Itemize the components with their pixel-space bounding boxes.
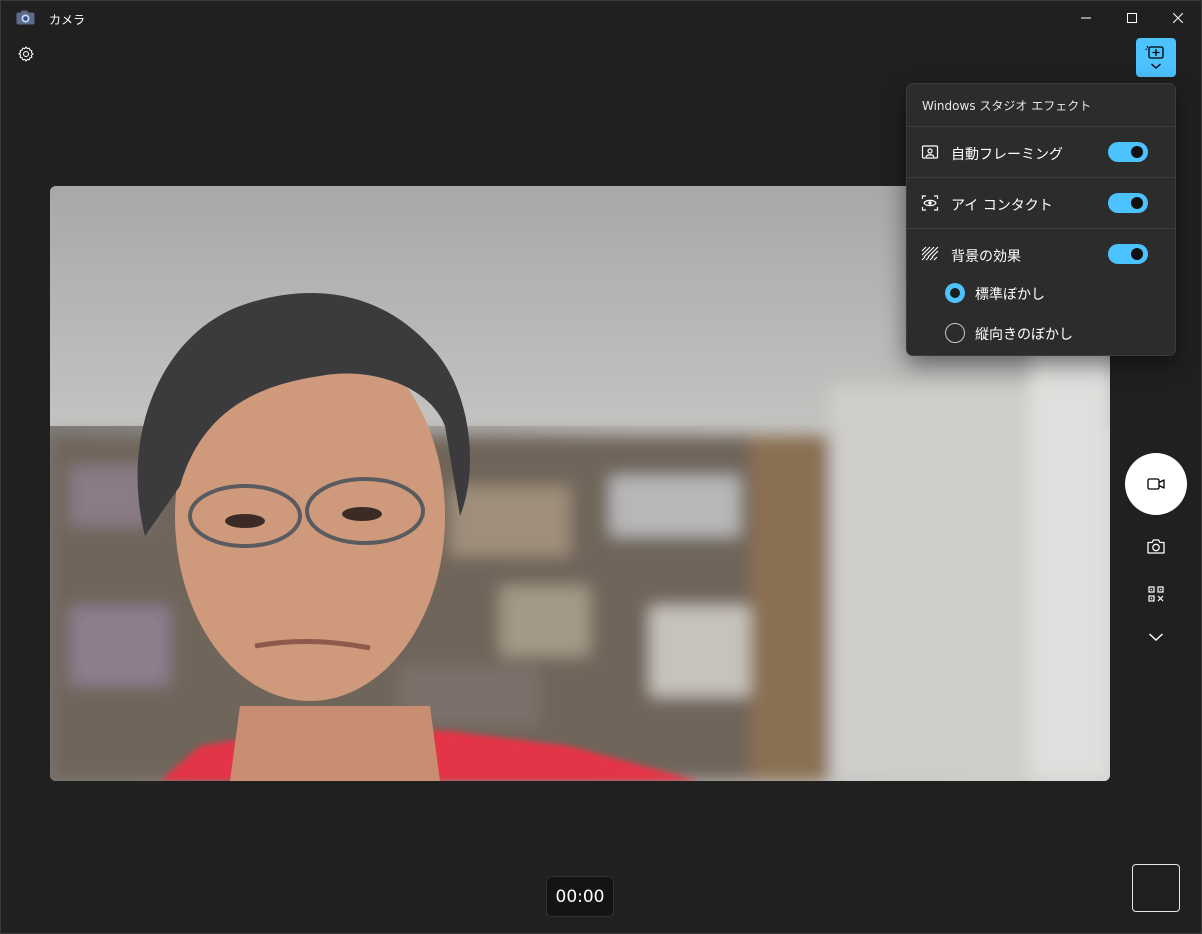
background-effect-icon [921, 245, 939, 263]
eye-contact-icon [921, 194, 939, 212]
maximize-icon [1127, 13, 1137, 23]
auto-framing-toggle[interactable] [1108, 142, 1148, 162]
effect-row-eye-contact: アイ コンタクト [907, 178, 1175, 228]
maximize-button[interactable] [1109, 1, 1155, 35]
radio-portrait-blur[interactable]: 縦向きのぼかし [945, 319, 1165, 347]
effect-label: 自動フレーミング [951, 147, 1063, 163]
record-video-button[interactable] [1125, 453, 1187, 515]
video-camera-icon [1147, 478, 1165, 490]
radio-label: 縦向きのぼかし [975, 327, 1073, 343]
effect-label: 背景の効果 [951, 249, 1021, 265]
studio-effects-icon [1145, 45, 1164, 69]
camera-window: カメラ Windows スタジオ エフェクト 自動フレーミング アイ コンタクト… [0, 0, 1202, 934]
more-modes-button[interactable] [1141, 622, 1171, 652]
effect-row-auto-framing: 自動フレーミング [907, 127, 1175, 177]
photo-camera-icon [1147, 539, 1165, 554]
radio-standard-blur[interactable]: 標準ぼかし [945, 279, 1165, 307]
eye-contact-toggle[interactable] [1108, 193, 1148, 213]
auto-framing-icon [921, 143, 939, 161]
window-title: カメラ [49, 13, 86, 27]
studio-effects-button[interactable] [1136, 38, 1176, 77]
effect-label: アイ コンタクト [951, 198, 1053, 214]
recording-timer: 00:00 [546, 876, 614, 917]
background-effect-toggle[interactable] [1108, 244, 1148, 264]
effect-row-background: 背景の効果 [907, 229, 1175, 279]
qr-code-icon [1148, 586, 1164, 602]
close-icon [1173, 13, 1183, 23]
camera-app-icon [16, 10, 35, 25]
minimize-icon [1081, 17, 1091, 19]
panel-title: Windows スタジオ エフェクト [922, 99, 1092, 113]
gear-icon [18, 46, 34, 62]
settings-button[interactable] [13, 41, 39, 67]
radio-button-unselected[interactable] [945, 323, 965, 343]
qr-code-mode-button[interactable] [1141, 579, 1171, 609]
minimize-button[interactable] [1063, 1, 1109, 35]
close-button[interactable] [1155, 1, 1201, 35]
studio-effects-panel: Windows スタジオ エフェクト 自動フレーミング アイ コンタクト 背景の… [906, 83, 1176, 356]
last-capture-thumbnail[interactable] [1132, 864, 1180, 912]
radio-button-selected[interactable] [945, 283, 965, 303]
title-bar: カメラ [1, 1, 1201, 35]
photo-mode-button[interactable] [1141, 531, 1171, 561]
radio-label: 標準ぼかし [975, 287, 1045, 303]
chevron-down-icon [1149, 633, 1163, 641]
